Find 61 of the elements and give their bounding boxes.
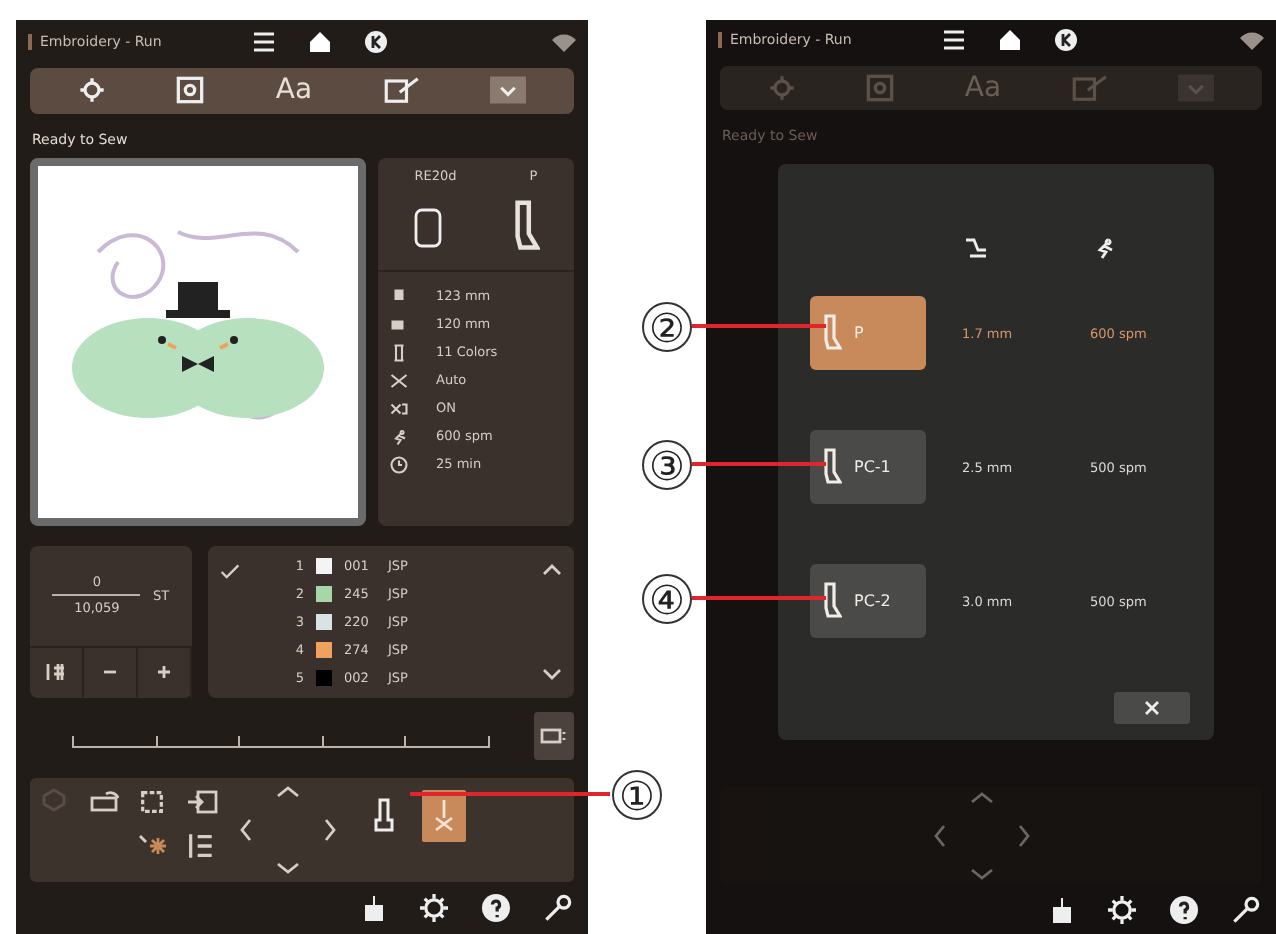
width-icon [390, 287, 408, 306]
direction-arrows-icon [932, 789, 1032, 882]
home-icon [998, 28, 1022, 53]
presser-foot-icon [822, 445, 842, 489]
hoop-view-button[interactable] [534, 711, 574, 760]
presser-foot-icon [822, 311, 842, 355]
hoop-design-icon [866, 73, 895, 102]
hoop-icon [413, 208, 441, 249]
height-icon [390, 315, 408, 334]
presser-foot-icon [822, 579, 842, 623]
rotate-frame-icon [90, 788, 122, 817]
needle-button[interactable] [422, 790, 466, 843]
presser-foot-option[interactable]: PC-2 [810, 564, 926, 638]
dotted-frame-icon [138, 788, 166, 817]
chevron-up-icon [542, 561, 562, 576]
wifi-icon [552, 29, 576, 54]
key-icon [1232, 895, 1260, 924]
menu-icon [252, 29, 276, 54]
speed-icon [390, 427, 408, 446]
callout-number: ④ [642, 574, 692, 624]
callout-number: ① [612, 770, 662, 820]
k-logo-icon [364, 29, 388, 54]
settings-icon [1108, 895, 1136, 924]
leader-line [692, 324, 826, 328]
hexagon-icon [42, 788, 66, 813]
leader-line [692, 462, 826, 466]
stitch-jump-icon [46, 662, 66, 683]
wifi-icon [1240, 28, 1264, 53]
presser-foot-icon [374, 798, 394, 835]
hoop-design-icon [176, 76, 205, 105]
edit-design-icon [1071, 73, 1108, 102]
settings-icon [420, 894, 448, 923]
hoop-view-icon [540, 725, 569, 746]
close-icon [1144, 700, 1160, 716]
plus-icon [156, 664, 172, 681]
presser-foot-option[interactable]: PC-1 [810, 430, 926, 504]
edit-design-icon [383, 76, 420, 105]
key-icon [544, 894, 572, 923]
needle-icon [432, 798, 456, 835]
home-icon [308, 29, 332, 54]
trim-icon [390, 399, 408, 418]
checkmark-icon [220, 561, 240, 582]
leader-line [692, 596, 826, 600]
chevron-down-icon [1178, 73, 1215, 102]
colors-icon [390, 343, 408, 362]
menu-icon [942, 28, 966, 53]
k-logo-icon [1054, 28, 1078, 53]
help-icon [1170, 895, 1198, 924]
text-tab[interactable]: Aa [275, 74, 313, 107]
direction-arrows-icon [238, 784, 338, 877]
frame-out-icon [186, 788, 218, 817]
chevron-down-icon [542, 667, 562, 682]
callout-number: ② [642, 302, 692, 352]
foot-height-icon [962, 236, 990, 260]
list-icon [186, 832, 214, 861]
callout-number: ③ [642, 440, 692, 490]
cut-icon [390, 371, 408, 390]
chevron-down-icon [490, 76, 527, 105]
help-icon [482, 894, 510, 923]
time-icon [390, 455, 408, 474]
close-button[interactable] [1114, 692, 1190, 724]
